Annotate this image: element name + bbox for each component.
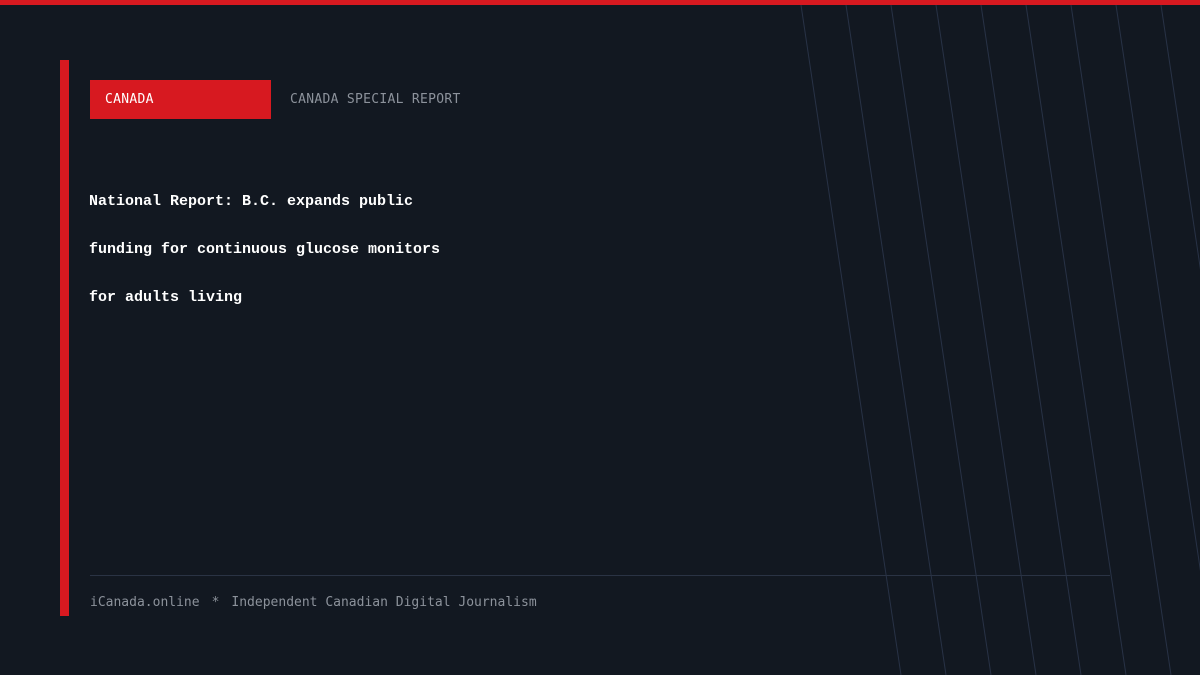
footer-tagline: Independent Canadian Digital Journalism (231, 595, 537, 610)
report-label: CANADA SPECIAL REPORT (290, 92, 461, 107)
headline: National Report: B.C. expands public fun… (89, 178, 609, 322)
footer-divider (90, 575, 1110, 576)
footer-site-name: iCanada.online (90, 595, 200, 610)
footer-separator: * (211, 595, 220, 610)
left-accent-bar (60, 60, 69, 616)
footer: iCanada.online * Independent Canadian Digi… (90, 594, 537, 612)
top-accent-bar (0, 0, 1200, 5)
headline-line-2: funding for continuous glucose monitors (89, 241, 441, 258)
category-tag: CANADA (90, 80, 271, 119)
headline-line-3: for adults living (89, 289, 243, 306)
headline-line-1: National Report: B.C. expands public (89, 193, 414, 210)
